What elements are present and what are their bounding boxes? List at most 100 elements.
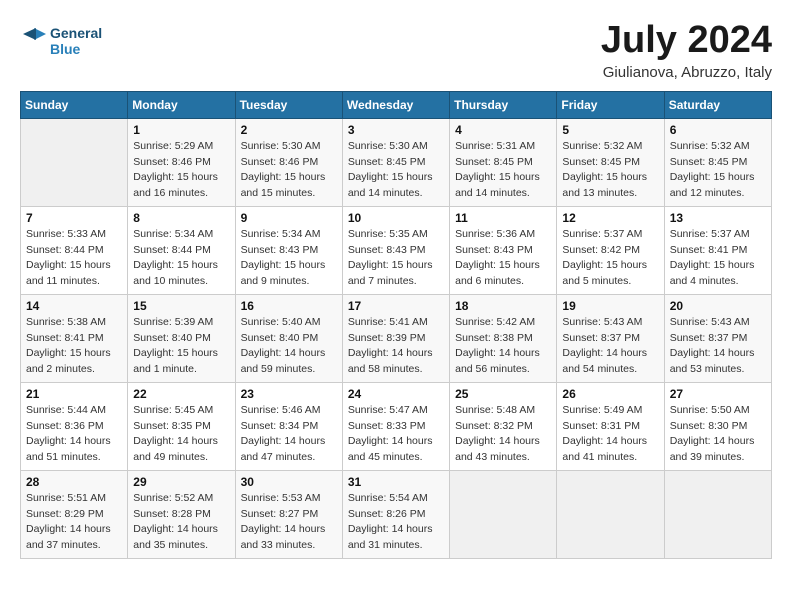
calendar-cell: 1Sunrise: 5:29 AMSunset: 8:46 PMDaylight…	[128, 118, 235, 206]
calendar-cell: 17Sunrise: 5:41 AMSunset: 8:39 PMDayligh…	[342, 294, 449, 382]
sunset-text: Sunset: 8:41 PM	[670, 243, 766, 259]
day-number: 1	[133, 123, 229, 137]
day-number: 12	[562, 211, 658, 225]
day-number: 17	[348, 299, 444, 313]
week-row-4: 21Sunrise: 5:44 AMSunset: 8:36 PMDayligh…	[21, 382, 772, 470]
sunset-text: Sunset: 8:26 PM	[348, 507, 444, 523]
calendar-cell: 21Sunrise: 5:44 AMSunset: 8:36 PMDayligh…	[21, 382, 128, 470]
sunset-text: Sunset: 8:37 PM	[562, 331, 658, 347]
sunset-text: Sunset: 8:34 PM	[241, 419, 337, 435]
calendar-cell: 13Sunrise: 5:37 AMSunset: 8:41 PMDayligh…	[664, 206, 771, 294]
daylight-text: Daylight: 15 hours and 2 minutes.	[26, 346, 122, 378]
day-info: Sunrise: 5:31 AMSunset: 8:45 PMDaylight:…	[455, 139, 551, 202]
day-info: Sunrise: 5:40 AMSunset: 8:40 PMDaylight:…	[241, 315, 337, 378]
sunrise-text: Sunrise: 5:34 AM	[133, 227, 229, 243]
sunrise-text: Sunrise: 5:37 AM	[670, 227, 766, 243]
day-info: Sunrise: 5:43 AMSunset: 8:37 PMDaylight:…	[562, 315, 658, 378]
sunrise-text: Sunrise: 5:43 AM	[670, 315, 766, 331]
sunrise-text: Sunrise: 5:43 AM	[562, 315, 658, 331]
calendar-cell: 5Sunrise: 5:32 AMSunset: 8:45 PMDaylight…	[557, 118, 664, 206]
sunset-text: Sunset: 8:38 PM	[455, 331, 551, 347]
sunrise-text: Sunrise: 5:44 AM	[26, 403, 122, 419]
day-info: Sunrise: 5:48 AMSunset: 8:32 PMDaylight:…	[455, 403, 551, 466]
sunrise-text: Sunrise: 5:42 AM	[455, 315, 551, 331]
sunset-text: Sunset: 8:42 PM	[562, 243, 658, 259]
sunset-text: Sunset: 8:29 PM	[26, 507, 122, 523]
sunset-text: Sunset: 8:30 PM	[670, 419, 766, 435]
day-info: Sunrise: 5:36 AMSunset: 8:43 PMDaylight:…	[455, 227, 551, 290]
location: Giulianova, Abruzzo, Italy	[601, 64, 772, 81]
header-day-thursday: Thursday	[450, 91, 557, 118]
week-row-2: 7Sunrise: 5:33 AMSunset: 8:44 PMDaylight…	[21, 206, 772, 294]
daylight-text: Daylight: 15 hours and 7 minutes.	[348, 258, 444, 290]
logo-svg: GeneralBlue	[20, 20, 110, 60]
sunset-text: Sunset: 8:44 PM	[133, 243, 229, 259]
daylight-text: Daylight: 15 hours and 16 minutes.	[133, 170, 229, 202]
day-number: 5	[562, 123, 658, 137]
daylight-text: Daylight: 14 hours and 54 minutes.	[562, 346, 658, 378]
sunset-text: Sunset: 8:45 PM	[348, 155, 444, 171]
sunrise-text: Sunrise: 5:45 AM	[133, 403, 229, 419]
sunset-text: Sunset: 8:43 PM	[348, 243, 444, 259]
week-row-5: 28 Sunrise: 5:51 AMSunset: 8:29 PMDayligh…	[21, 470, 772, 558]
calendar-cell: 8Sunrise: 5:34 AMSunset: 8:44 PMDaylight…	[128, 206, 235, 294]
day-number: 24	[348, 387, 444, 401]
sunrise-text: Sunrise: 5:48 AM	[455, 403, 551, 419]
sunset-text: Sunset: 8:40 PM	[241, 331, 337, 347]
calendar-cell: 20Sunrise: 5:43 AMSunset: 8:37 PMDayligh…	[664, 294, 771, 382]
daylight-text: Daylight: 14 hours and 33 minutes.	[241, 522, 337, 554]
header-day-monday: Monday	[128, 91, 235, 118]
sunrise-text: Sunrise: 5:47 AM	[348, 403, 444, 419]
header-day-friday: Friday	[557, 91, 664, 118]
daylight-text: Daylight: 14 hours and 49 minutes.	[133, 434, 229, 466]
sunset-text: Sunset: 8:40 PM	[133, 331, 229, 347]
calendar-cell: 6Sunrise: 5:32 AMSunset: 8:45 PMDaylight…	[664, 118, 771, 206]
sunrise-text: Sunrise: 5:30 AM	[348, 139, 444, 155]
daylight-text: Daylight: 15 hours and 10 minutes.	[133, 258, 229, 290]
title-area: July 2024 Giulianova, Abruzzo, Italy	[601, 20, 772, 81]
day-info: Sunrise: 5:51 AMSunset: 8:29 PMDaylight:…	[26, 491, 122, 554]
calendar-cell: 7Sunrise: 5:33 AMSunset: 8:44 PMDaylight…	[21, 206, 128, 294]
sunrise-text: Sunrise: 5:40 AM	[241, 315, 337, 331]
day-info: Sunrise: 5:38 AMSunset: 8:41 PMDaylight:…	[26, 315, 122, 378]
calendar-cell: 22Sunrise: 5:45 AMSunset: 8:35 PMDayligh…	[128, 382, 235, 470]
sunrise-text: Sunrise: 5:49 AM	[562, 403, 658, 419]
daylight-text: Daylight: 14 hours and 43 minutes.	[455, 434, 551, 466]
calendar-cell: 28 Sunrise: 5:51 AMSunset: 8:29 PMDayligh…	[21, 470, 128, 558]
day-number: 4	[455, 123, 551, 137]
month-title: July 2024	[601, 20, 772, 62]
sunrise-text: Sunrise: 5:30 AM	[241, 139, 337, 155]
sunset-text: Sunset: 8:35 PM	[133, 419, 229, 435]
day-info: Sunrise: 5:30 AMSunset: 8:45 PMDaylight:…	[348, 139, 444, 202]
sunset-text: Sunset: 8:45 PM	[670, 155, 766, 171]
sunset-text: Sunset: 8:44 PM	[26, 243, 122, 259]
calendar-cell: 15Sunrise: 5:39 AMSunset: 8:40 PMDayligh…	[128, 294, 235, 382]
day-info: Sunrise: 5:50 AMSunset: 8:30 PMDaylight:…	[670, 403, 766, 466]
calendar-cell: 27Sunrise: 5:50 AMSunset: 8:30 PMDayligh…	[664, 382, 771, 470]
sunrise-text: Sunrise: 5:38 AM	[26, 315, 122, 331]
day-info: Sunrise: 5:47 AMSunset: 8:33 PMDaylight:…	[348, 403, 444, 466]
daylight-text: Daylight: 14 hours and 58 minutes.	[348, 346, 444, 378]
day-number: 26	[562, 387, 658, 401]
calendar-cell: 14Sunrise: 5:38 AMSunset: 8:41 PMDayligh…	[21, 294, 128, 382]
sunset-text: Sunset: 8:31 PM	[562, 419, 658, 435]
daylight-text: Daylight: 15 hours and 11 minutes.	[26, 258, 122, 290]
day-number: 23	[241, 387, 337, 401]
day-number: 28	[26, 475, 122, 489]
header-day-sunday: Sunday	[21, 91, 128, 118]
day-number: 13	[670, 211, 766, 225]
sunset-text: Sunset: 8:33 PM	[348, 419, 444, 435]
sunset-text: Sunset: 8:45 PM	[562, 155, 658, 171]
sunset-text: Sunset: 8:41 PM	[26, 331, 122, 347]
svg-text:Blue: Blue	[50, 41, 81, 57]
sunset-text: Sunset: 8:27 PM	[241, 507, 337, 523]
day-number: 25	[455, 387, 551, 401]
calendar-cell: 26Sunrise: 5:49 AMSunset: 8:31 PMDayligh…	[557, 382, 664, 470]
calendar-cell: 12Sunrise: 5:37 AMSunset: 8:42 PMDayligh…	[557, 206, 664, 294]
sunset-text: Sunset: 8:32 PM	[455, 419, 551, 435]
calendar-cell: 18Sunrise: 5:42 AMSunset: 8:38 PMDayligh…	[450, 294, 557, 382]
daylight-text: Daylight: 15 hours and 13 minutes.	[562, 170, 658, 202]
day-number: 11	[455, 211, 551, 225]
day-info: Sunrise: 5:39 AMSunset: 8:40 PMDaylight:…	[133, 315, 229, 378]
sunrise-text: Sunrise: 5:37 AM	[562, 227, 658, 243]
